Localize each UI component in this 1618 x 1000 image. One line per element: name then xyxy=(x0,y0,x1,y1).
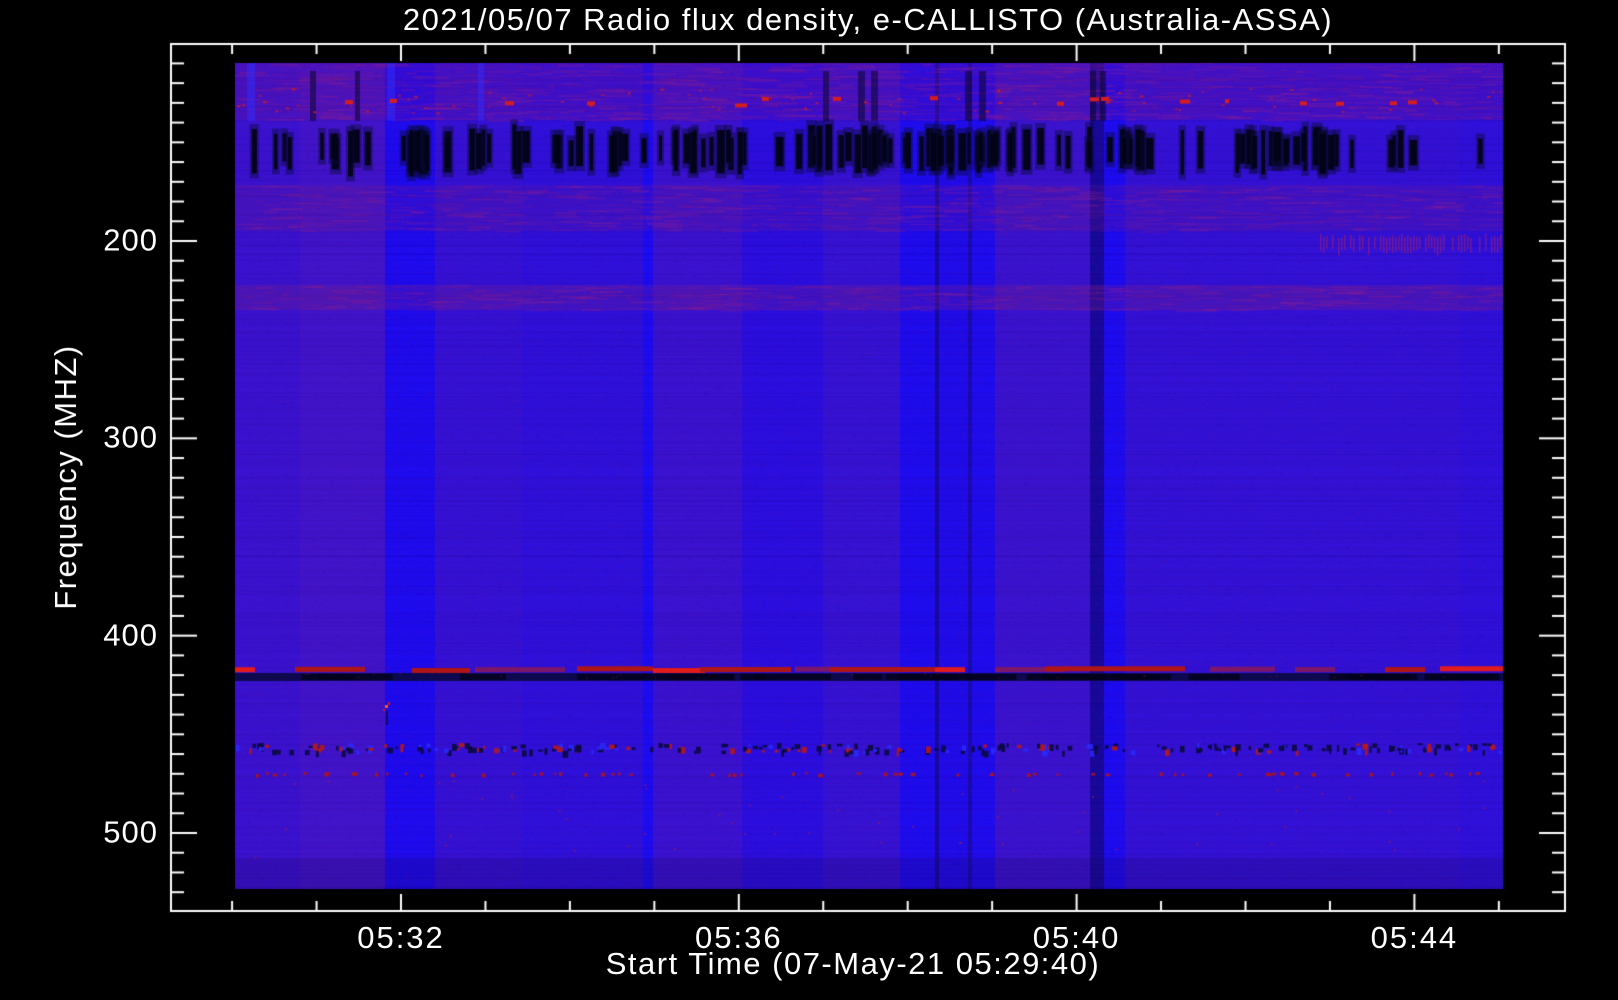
x-tick-label: 05:36 xyxy=(695,920,783,955)
y-axis-label: Frequency (MHZ) xyxy=(48,344,83,610)
y-tick-label: 300 xyxy=(103,419,158,455)
x-tick-label: 05:40 xyxy=(1032,920,1121,955)
y-tick-label: 500 xyxy=(103,814,158,850)
spectrogram-canvas xyxy=(0,0,1618,1000)
spectrogram-plot: 2021/05/07 Radio flux density, e-CALLIST… xyxy=(0,0,1618,1000)
x-axis-label: Start Time (07-May-21 05:29:40) xyxy=(605,946,1101,981)
x-tick-label: 05:44 xyxy=(1370,920,1459,955)
chart-title: 2021/05/07 Radio flux density, e-CALLIST… xyxy=(402,2,1334,37)
y-tick-label: 200 xyxy=(103,222,158,258)
x-tick-label: 05:32 xyxy=(357,920,445,955)
y-tick-label: 400 xyxy=(103,616,158,652)
